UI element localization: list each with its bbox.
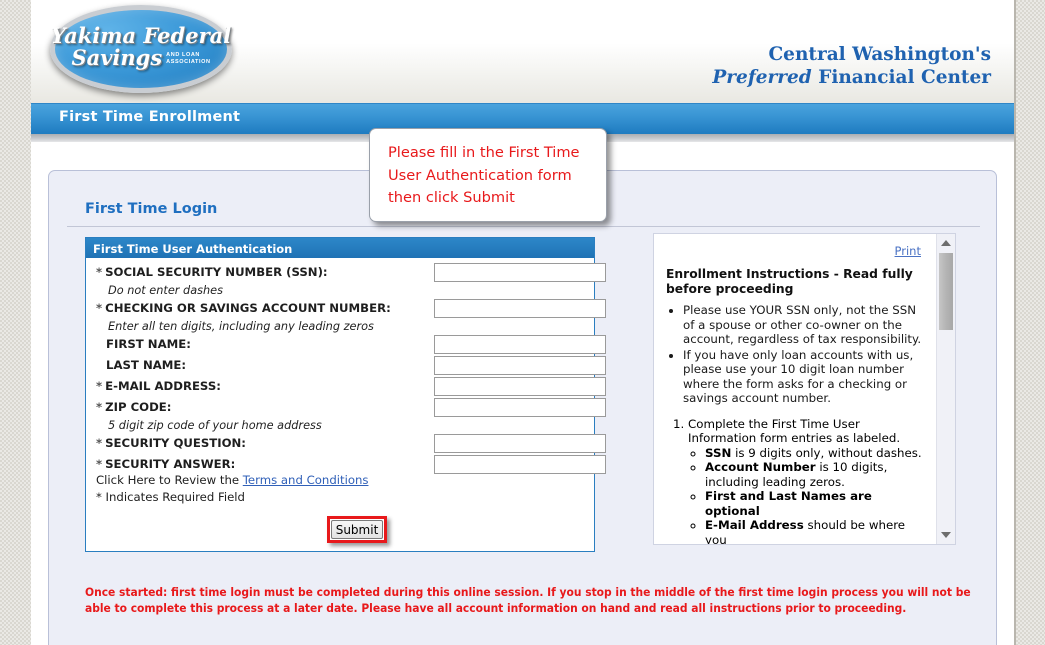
instruction-bullet: If you have only loan accounts with us, … <box>683 348 929 406</box>
print-link-row: Print <box>666 240 929 259</box>
required-field-note: * Indicates Required Field <box>96 490 245 504</box>
tagline-preferred-word: Preferred <box>712 67 812 88</box>
logo-subtitle: AND LOAN ASSOCIATION <box>166 52 210 65</box>
label-email: * E-MAIL ADDRESS: <box>96 379 221 393</box>
logo-line-2-row: Savings AND LOAN ASSOCIATION <box>71 47 210 69</box>
instruction-sub-item: Account Number is 10 digits, including l… <box>705 460 929 489</box>
label-ssn: * SOCIAL SECURITY NUMBER (SSN): <box>96 265 328 279</box>
label-zip-code: * ZIP CODE: <box>96 400 172 414</box>
field-row-last-name: LAST NAME: <box>86 356 606 375</box>
tagline-line-1: Central Washington's <box>768 44 991 65</box>
field-row-security-question: * SECURITY QUESTION: <box>86 434 606 453</box>
instruction-callout-text: Please fill in the First Time User Authe… <box>388 144 580 206</box>
logo-line-2: Savings <box>71 45 163 70</box>
label-security-question: * SECURITY QUESTION: <box>96 436 246 450</box>
page-frame: Yakima Federal Savings AND LOAN ASSOCIAT… <box>31 0 1014 645</box>
field-row-first-name: FIRST NAME: <box>86 335 606 354</box>
page-right-edge <box>1014 0 1016 645</box>
scrollbar-thumb[interactable] <box>939 253 953 330</box>
tagline-line-2: Preferred Financial Center <box>712 66 991 89</box>
logo-text: Yakima Federal Savings AND LOAN ASSOCIAT… <box>50 3 232 91</box>
scroll-up-arrow-icon[interactable] <box>937 235 955 251</box>
hint-zip-code: 5 digit zip code of your home address <box>108 419 322 432</box>
instruction-step-text: Complete the First Time User Information… <box>688 416 901 446</box>
label-first-name: FIRST NAME: <box>106 337 191 351</box>
label-account-number: * CHECKING OR SAVINGS ACCOUNT NUMBER: <box>96 301 391 315</box>
session-warning-text: Once started: first time login must be c… <box>85 585 971 615</box>
hint-ssn: Do not enter dashes <box>108 284 223 297</box>
instructions-heading: Enrollment Instructions - Read fully bef… <box>666 267 913 296</box>
logo-line-1: Yakima Federal <box>50 23 232 48</box>
submit-button[interactable]: Submit <box>331 520 383 539</box>
instructions-step-list: Complete the First Time User Information… <box>666 416 929 545</box>
instruction-sub-item: E-Mail Address should be where you <box>705 518 929 544</box>
logo-sub-line-2: ASSOCIATION <box>166 58 211 65</box>
field-row-email: * E-MAIL ADDRESS: <box>86 377 606 396</box>
field-row-zip-code: * ZIP CODE: <box>86 398 606 417</box>
last-name-input[interactable] <box>434 356 606 375</box>
print-link[interactable]: Print <box>895 244 921 258</box>
first-time-user-authentication-form: First Time User Authentication * SOCIAL S… <box>85 237 606 552</box>
terms-prefix: Click Here to Review the <box>96 473 243 487</box>
title-divider <box>67 226 980 227</box>
instruction-sub-item: First and Last Names are optional <box>705 489 929 518</box>
email-input[interactable] <box>434 377 606 396</box>
security-answer-input[interactable] <box>434 455 606 474</box>
scroll-down-arrow-icon[interactable] <box>937 527 955 543</box>
terms-and-conditions-link[interactable]: Terms and Conditions <box>243 473 369 487</box>
masthead: Yakima Federal Savings AND LOAN ASSOCIAT… <box>31 0 1014 103</box>
label-security-answer: * SECURITY ANSWER: <box>96 457 236 471</box>
instructions-scrollbar[interactable] <box>936 234 955 544</box>
instruction-bullet: Please use YOUR SSN only, not the SSN of… <box>683 303 929 347</box>
terms-line: Click Here to Review the Terms and Condi… <box>96 473 368 487</box>
instructions-bullet-list: Please use YOUR SSN only, not the SSN of… <box>666 303 929 406</box>
field-row-account-number: * CHECKING OR SAVINGS ACCOUNT NUMBER: <box>86 299 606 318</box>
banner-title: First Time Enrollment <box>59 109 241 125</box>
first-name-input[interactable] <box>434 335 606 354</box>
auth-form-header: First Time User Authentication <box>86 238 594 258</box>
label-last-name: LAST NAME: <box>106 358 187 372</box>
tagline-rest: Financial Center <box>811 67 991 88</box>
zip-code-input[interactable] <box>434 398 606 417</box>
instructions-content: Print Enrollment Instructions - Read ful… <box>654 234 937 545</box>
security-question-input[interactable] <box>434 434 606 453</box>
field-row-security-answer: * SECURITY ANSWER: <box>86 455 606 474</box>
account-number-input[interactable] <box>434 299 606 318</box>
instruction-sub-item: SSN is 9 digits only, without dashes. <box>705 446 929 461</box>
instruction-callout: Please fill in the First Time User Authe… <box>369 128 607 222</box>
auth-form-body: * SOCIAL SECURITY NUMBER (SSN): Do not en… <box>86 258 606 551</box>
ssn-input[interactable] <box>434 263 606 282</box>
instruction-step: Complete the First Time User Information… <box>688 416 929 545</box>
hint-account-number: Enter all ten digits, including any lead… <box>108 320 374 333</box>
page-title: First Time Login <box>85 201 218 217</box>
brand-tagline: Central Washington's Preferred Financial… <box>712 43 991 89</box>
bank-logo: Yakima Federal Savings AND LOAN ASSOCIAT… <box>50 3 240 99</box>
enrollment-instructions-panel: Print Enrollment Instructions - Read ful… <box>653 233 956 545</box>
content-panel: First Time Login First Time User Authent… <box>48 170 997 645</box>
instruction-sub-list: SSN is 9 digits only, without dashes. Ac… <box>688 446 929 545</box>
logo-sub-line-1: AND LOAN <box>166 52 200 58</box>
field-row-ssn: * SOCIAL SECURITY NUMBER (SSN): <box>86 263 606 282</box>
